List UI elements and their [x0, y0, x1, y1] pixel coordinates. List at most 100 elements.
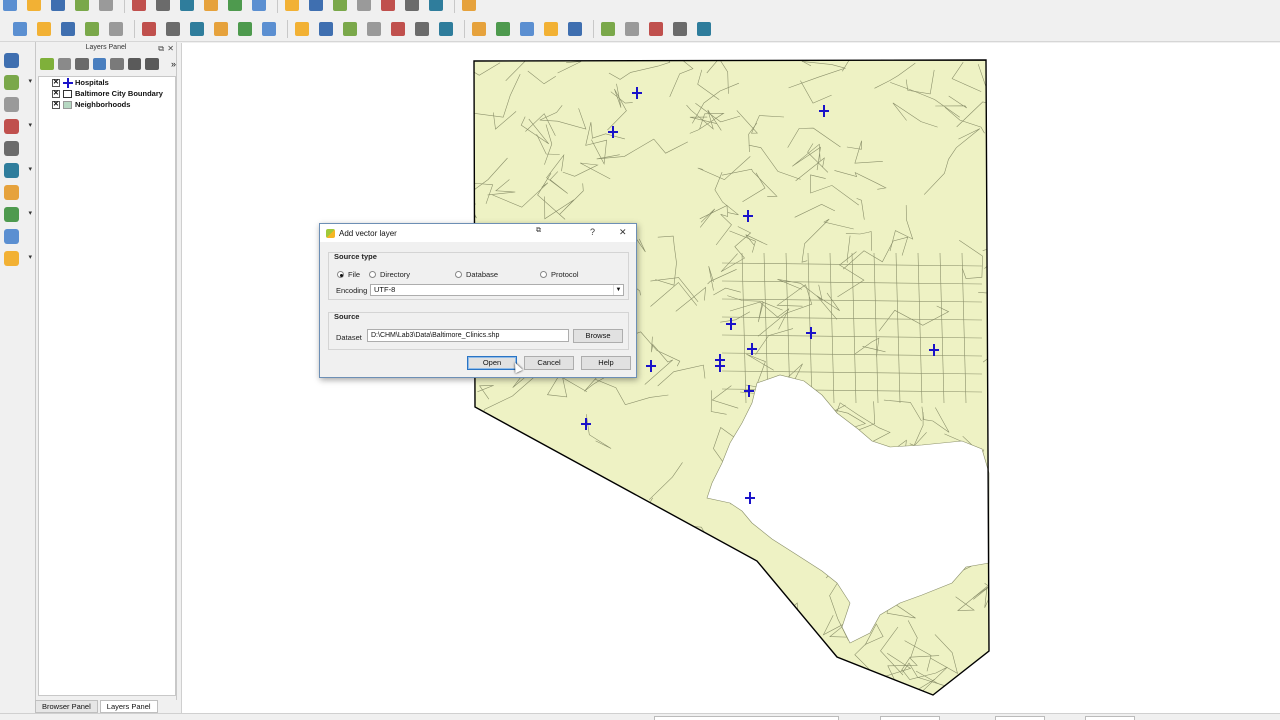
web-service-icon[interactable]: [316, 20, 336, 38]
toolbar-separator: [124, 0, 125, 13]
delete-selected-icon[interactable]: [163, 20, 183, 38]
deselect-icon[interactable]: [541, 20, 561, 38]
new-print-layout-icon[interactable]: [96, 0, 116, 13]
float-panel-icon[interactable]: ⧉: [158, 43, 164, 55]
open-layer-styling-icon[interactable]: [40, 58, 54, 70]
open-attribute-table-icon[interactable]: [565, 20, 585, 38]
fill-symbol-icon: [63, 100, 72, 109]
help-glyph[interactable]: ?: [590, 227, 595, 237]
processing-toolbox-icon[interactable]: [259, 20, 279, 38]
add-delimited-text-icon[interactable]: [4, 94, 28, 114]
expand-all-icon[interactable]: [127, 58, 142, 70]
radio-protocol[interactable]: Protocol: [540, 270, 579, 279]
filter-by-expression-icon[interactable]: [110, 58, 124, 70]
zoom-out-icon[interactable]: [225, 0, 245, 13]
save-as-icon[interactable]: [72, 0, 92, 13]
add-wms-icon[interactable]: [4, 138, 28, 158]
manage-map-themes-icon[interactable]: [75, 58, 89, 70]
map-canvas[interactable]: [181, 43, 1280, 713]
measure-icon[interactable]: [646, 20, 666, 38]
copy-features-icon[interactable]: [211, 20, 231, 38]
scale-field[interactable]: [880, 716, 940, 720]
layer-visibility-checkbox[interactable]: [52, 89, 60, 98]
save-edits-icon[interactable]: [58, 20, 78, 38]
zoom-next-icon[interactable]: [330, 0, 350, 13]
radio-database[interactable]: Database: [455, 270, 498, 279]
text-annotation-icon[interactable]: [694, 20, 714, 38]
move-feature-icon[interactable]: [106, 20, 126, 38]
plugin-c-icon[interactable]: [388, 20, 408, 38]
filter-legend-icon[interactable]: [92, 58, 107, 70]
field-calculator-icon[interactable]: [598, 20, 618, 38]
add-group-icon[interactable]: [57, 58, 72, 70]
radio-directory[interactable]: Directory: [369, 270, 410, 279]
add-raster-layer-icon[interactable]: ▾: [4, 72, 32, 92]
add-feature-icon[interactable]: [82, 20, 102, 38]
pan-to-selection-icon[interactable]: [177, 0, 197, 13]
add-mesh-icon[interactable]: ▾: [4, 248, 32, 268]
zoom-full-icon[interactable]: [249, 0, 269, 13]
cancel-button[interactable]: Cancel: [524, 356, 574, 370]
processing-icon[interactable]: [426, 0, 446, 13]
map-tips-icon[interactable]: [670, 20, 690, 38]
window-options-icon[interactable]: ⧉: [536, 227, 541, 235]
plugin-b-icon[interactable]: [364, 20, 384, 38]
help-button[interactable]: Help: [581, 356, 631, 370]
zoom-to-layer-icon[interactable]: [282, 0, 302, 13]
select-features-icon[interactable]: [493, 20, 513, 38]
digitize-icon[interactable]: [459, 0, 479, 13]
plugin-icon[interactable]: [402, 0, 422, 13]
browse-button[interactable]: Browse: [573, 329, 623, 343]
open-button[interactable]: Open: [467, 356, 517, 370]
identify-icon[interactable]: [469, 20, 489, 38]
zoom-next-icon-glyph: [333, 0, 347, 11]
more-tools-icon[interactable]: »: [171, 59, 176, 69]
neighborhood-line: [729, 596, 774, 632]
pan-icon[interactable]: [153, 0, 173, 13]
composer-manager-icon[interactable]: [129, 0, 149, 13]
close-panel-icon[interactable]: ✕: [167, 43, 174, 55]
layer-row-neighborhoods[interactable]: Neighborhoods: [39, 99, 175, 110]
zoom-in-icon[interactable]: [201, 0, 221, 13]
rotation-field[interactable]: [1085, 716, 1135, 720]
tab-browser-panel[interactable]: Browser Panel: [35, 700, 98, 713]
add-virtual-layer-icon[interactable]: ▾: [4, 204, 32, 224]
edits-icon[interactable]: [10, 20, 30, 38]
encoding-select[interactable]: UTF-8 ▼: [370, 284, 624, 296]
open-project-icon[interactable]: [24, 0, 44, 13]
add-wcs-icon[interactable]: [4, 182, 28, 202]
new-shapefile-icon[interactable]: [4, 226, 28, 246]
text-annotation-icon-glyph: [697, 21, 711, 36]
tab-layers-panel[interactable]: Layers Panel: [99, 700, 158, 713]
radio-file[interactable]: File: [337, 270, 360, 279]
paste-features-icon[interactable]: [235, 20, 255, 38]
refresh-icon[interactable]: [354, 0, 374, 13]
plugin-a-icon[interactable]: [340, 20, 360, 38]
neighborhood-line: [474, 538, 480, 559]
coordinate-field[interactable]: [654, 716, 839, 720]
plugin-e-icon[interactable]: [436, 20, 456, 38]
layer-row-baltimore-city-boundary[interactable]: Baltimore City Boundary: [39, 88, 175, 99]
collapse-all-icon[interactable]: [145, 58, 159, 70]
save-project-icon[interactable]: [48, 0, 68, 13]
python-console-icon[interactable]: [378, 0, 398, 13]
globe-icon[interactable]: [292, 20, 312, 38]
statistics-icon[interactable]: [622, 20, 642, 38]
zoom-last-icon[interactable]: [306, 0, 326, 13]
magnifier-field[interactable]: [995, 716, 1045, 720]
select-by-value-icon[interactable]: [517, 20, 537, 38]
toggle-editing-icon[interactable]: [34, 20, 54, 38]
add-vector-layer-icon[interactable]: [4, 50, 28, 70]
layer-visibility-checkbox[interactable]: [52, 78, 60, 87]
cut-features-icon[interactable]: [187, 20, 207, 38]
dataset-path-input[interactable]: D:\CHM\Lab3\Data\Baltimore_Clinics.shp: [367, 329, 569, 342]
plugin-d-icon[interactable]: [412, 20, 432, 38]
layer-row-hospitals[interactable]: Hospitals: [39, 77, 175, 88]
add-spatialite-icon[interactable]: ▾: [4, 116, 32, 136]
close-dialog-button[interactable]: ✕: [619, 227, 627, 238]
dropdown-arrow-icon: ▾: [28, 122, 32, 129]
add-wfs-icon[interactable]: ▾: [4, 160, 32, 180]
layer-visibility-checkbox[interactable]: [52, 100, 60, 109]
new-project-icon[interactable]: [0, 0, 20, 13]
node-tool-icon[interactable]: [139, 20, 159, 38]
